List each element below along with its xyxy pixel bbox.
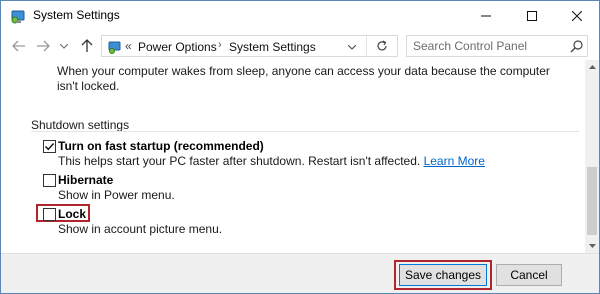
navigation-bar: « Power Options › System Settings xyxy=(1,32,599,60)
triangle-up-icon xyxy=(588,65,596,69)
settings-content: When your computer wakes from sleep, any… xyxy=(1,60,585,253)
lock-label[interactable]: Lock xyxy=(58,207,86,221)
recent-locations-button[interactable] xyxy=(57,36,71,56)
control-panel-icon xyxy=(9,7,27,25)
breadcrumb-overflow[interactable]: « xyxy=(125,39,132,53)
close-button[interactable] xyxy=(554,1,600,31)
minimize-button[interactable] xyxy=(463,1,509,31)
maximize-icon xyxy=(527,11,537,21)
lock-checkbox[interactable] xyxy=(43,208,56,221)
minimize-icon xyxy=(481,15,491,17)
fast-startup-description: This helps start your PC faster after sh… xyxy=(58,154,485,168)
lock-description: Show in account picture menu. xyxy=(58,222,223,236)
hibernate-label[interactable]: Hibernate xyxy=(58,173,113,187)
checkmark-icon xyxy=(45,143,55,151)
scrollbar-thumb[interactable] xyxy=(587,167,597,235)
vertical-scrollbar[interactable] xyxy=(585,60,599,253)
scroll-down-button[interactable] xyxy=(585,239,599,253)
fast-startup-checkbox[interactable] xyxy=(43,140,56,153)
up-button[interactable] xyxy=(77,36,97,56)
control-panel-icon xyxy=(107,39,123,55)
address-dropdown-button[interactable] xyxy=(345,39,359,55)
refresh-icon xyxy=(376,40,387,51)
forward-button[interactable] xyxy=(33,36,53,56)
address-bar[interactable]: « Power Options › System Settings xyxy=(101,35,398,57)
fast-startup-description-text: This helps start your PC faster after sh… xyxy=(58,154,421,168)
dialog-footer: Save changes Cancel xyxy=(1,253,599,293)
chevron-down-icon xyxy=(348,44,356,50)
learn-more-link[interactable]: Learn More xyxy=(424,154,485,168)
section-title: Shutdown settings xyxy=(31,118,130,132)
hibernate-checkbox[interactable] xyxy=(43,174,56,187)
window-title: System Settings xyxy=(33,8,120,22)
search-input[interactable] xyxy=(407,36,567,56)
back-arrow-icon xyxy=(12,40,25,52)
triangle-down-icon xyxy=(588,244,596,248)
chevron-down-icon xyxy=(60,43,68,49)
refresh-button[interactable] xyxy=(366,36,396,56)
scroll-up-button[interactable] xyxy=(585,60,599,74)
fast-startup-label[interactable]: Turn on fast startup (recommended) xyxy=(58,139,264,153)
cancel-button[interactable]: Cancel xyxy=(496,264,562,286)
section-divider xyxy=(31,131,579,132)
title-bar: System Settings xyxy=(1,1,599,31)
hibernate-description: Show in Power menu. xyxy=(58,188,175,202)
search-box[interactable] xyxy=(406,35,588,57)
wake-password-description: When your computer wakes from sleep, any… xyxy=(57,64,550,93)
forward-arrow-icon xyxy=(37,40,50,52)
up-arrow-icon xyxy=(81,39,93,52)
breadcrumb-power-options[interactable]: Power Options xyxy=(138,40,217,54)
close-icon xyxy=(572,11,582,21)
search-icon[interactable] xyxy=(569,39,585,55)
breadcrumb-separator[interactable]: › xyxy=(218,39,222,51)
back-button[interactable] xyxy=(9,36,29,56)
system-settings-window: System Settings « Power Options › System… xyxy=(0,0,600,294)
breadcrumb-system-settings[interactable]: System Settings xyxy=(229,40,316,54)
save-changes-button[interactable]: Save changes xyxy=(399,264,487,286)
maximize-button[interactable] xyxy=(509,1,555,31)
